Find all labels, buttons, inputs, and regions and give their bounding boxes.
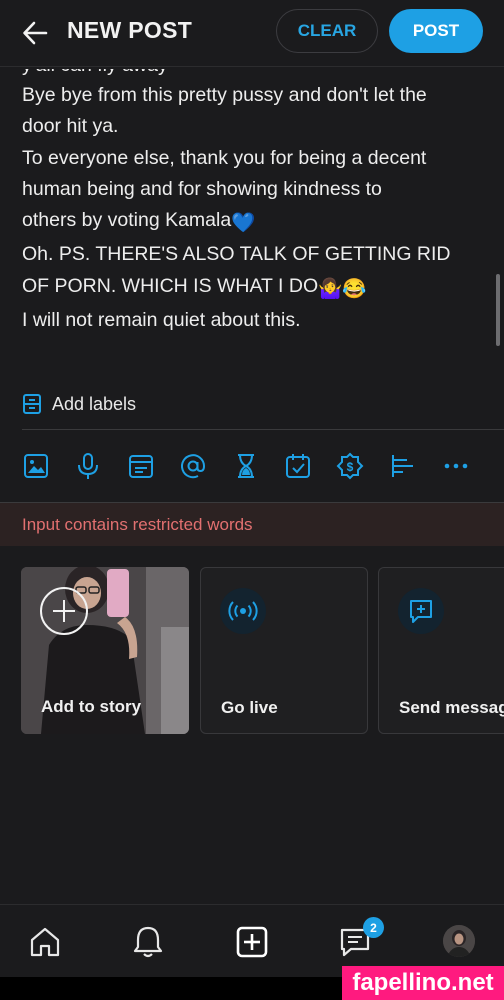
blue-heart-emoji: 💙 <box>231 212 256 235</box>
text-scrollbar[interactable] <box>496 274 500 346</box>
post-line-with-emoji: others by voting Kamala💙 <box>22 205 472 239</box>
new-post-icon[interactable] <box>235 925 269 959</box>
back-arrow-icon[interactable] <box>22 20 48 46</box>
add-to-story-label: Add to story <box>41 697 142 716</box>
post-button[interactable]: POST <box>389 9 483 53</box>
calendar-check-icon[interactable] <box>284 452 312 480</box>
post-line: Oh. PS. THERE'S ALSO TALK OF GETTING RID <box>22 243 451 266</box>
tip-dollar-icon[interactable]: $ <box>336 452 364 480</box>
watermark: fapellino.net <box>342 966 504 1000</box>
home-icon[interactable] <box>28 925 62 959</box>
post-header: NEW POST CLEAR POST <box>0 0 504 67</box>
gif-icon[interactable] <box>127 452 155 480</box>
divider <box>22 429 504 430</box>
broadcast-icon <box>220 588 266 634</box>
avatar[interactable] <box>443 925 475 957</box>
post-line: Bye bye from this pretty pussy and don't… <box>22 84 427 106</box>
messages-badge: 2 <box>363 917 384 938</box>
page-title: NEW POST <box>67 17 193 43</box>
go-live-label: Go live <box>221 698 278 717</box>
bell-icon[interactable] <box>131 925 165 959</box>
svg-text:$: $ <box>347 460 354 474</box>
post-line: door hit ya. <box>22 115 119 138</box>
avatar-photo <box>443 925 475 957</box>
post-text-area[interactable]: y'all can fly away Bye bye from this pre… <box>22 69 472 336</box>
restricted-words-warning: Input contains restricted words <box>0 503 504 546</box>
image-icon[interactable] <box>22 452 50 480</box>
compose-toolbar: $ <box>22 452 482 480</box>
send-message-card[interactable]: Send message <box>378 567 504 734</box>
post-line: OF PORN. WHICH IS WHAT I DO <box>22 274 319 297</box>
microphone-icon[interactable] <box>74 452 102 480</box>
shrug-emoji: 🤷‍♀️ <box>318 277 343 300</box>
clear-button[interactable]: CLEAR <box>276 9 378 53</box>
poll-icon[interactable] <box>389 452 417 480</box>
post-line-with-emoji: OF PORN. WHICH IS WHAT I DO🤷‍♀️😂 <box>22 271 472 305</box>
label-icon <box>23 394 41 414</box>
post-line: I will not remain quiet about this. <box>22 309 301 332</box>
go-live-card[interactable]: Go live <box>200 567 368 734</box>
hourglass-icon[interactable] <box>232 452 260 480</box>
send-message-label: Send message <box>399 698 504 717</box>
laughing-emoji: 😂 <box>342 277 367 300</box>
mention-icon[interactable] <box>179 452 207 480</box>
add-to-story-card[interactable]: Add to story <box>21 567 189 734</box>
more-icon[interactable] <box>442 452 470 480</box>
add-labels-button[interactable]: Add labels <box>22 392 136 416</box>
post-line: To everyone else, thank you for being a … <box>22 146 427 169</box>
post-line: human being and for showing kindness to <box>22 177 382 200</box>
message-plus-icon <box>398 588 444 634</box>
add-labels-label: Add labels <box>52 393 137 414</box>
post-line: others by voting Kamala <box>22 209 232 232</box>
add-story-plus-icon <box>40 587 88 635</box>
